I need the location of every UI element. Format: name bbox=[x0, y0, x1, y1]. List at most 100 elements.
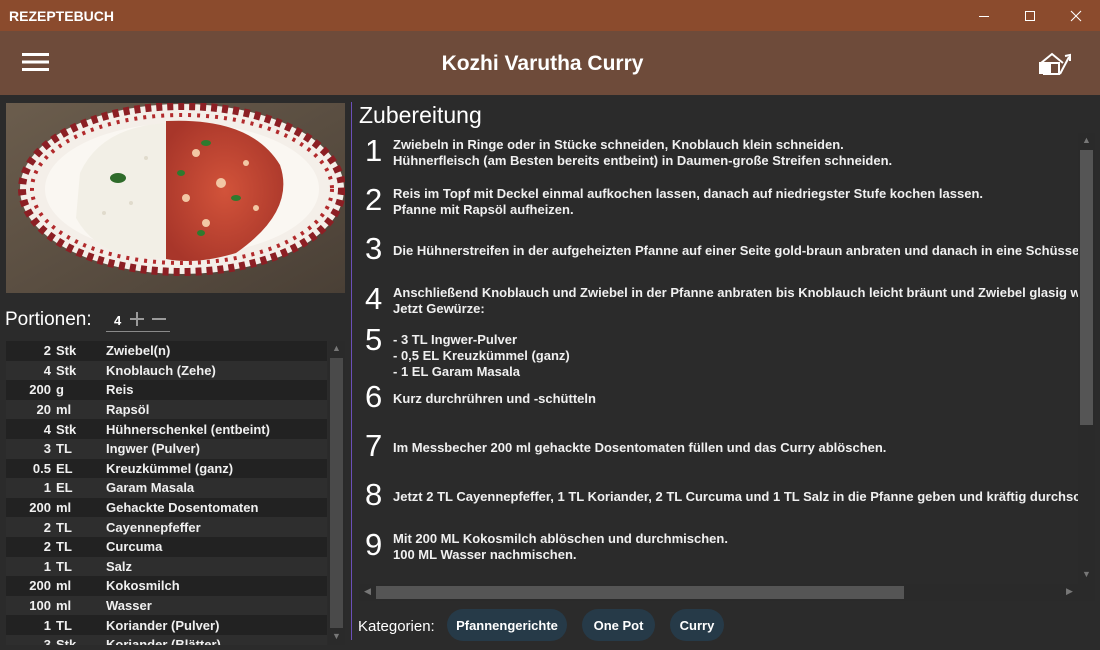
window-titlebar: REZEPTEBUCH bbox=[0, 0, 1100, 31]
step-text: Zwiebeln in Ringe oder in Stücke schneid… bbox=[393, 137, 893, 168]
minus-icon[interactable] bbox=[151, 311, 167, 327]
ingredient-unit: TL bbox=[56, 539, 72, 555]
step-number: 6 bbox=[365, 379, 383, 414]
scroll-down-icon[interactable]: ▼ bbox=[328, 631, 345, 641]
ingredient-name: Gehackte Dosentomaten bbox=[106, 500, 259, 516]
category-chip-curry[interactable]: Curry bbox=[670, 609, 724, 641]
ingredient-name: Koriander (Blätter) bbox=[106, 637, 221, 645]
ingredient-row[interactable]: 1 TL Koriander (Pulver) bbox=[6, 615, 327, 635]
ingredient-amount: 3 bbox=[43, 441, 51, 457]
maximize-icon bbox=[1025, 10, 1035, 21]
ingredient-amount: 200 bbox=[29, 500, 51, 516]
ingredient-unit: ml bbox=[56, 402, 72, 418]
ingredient-name: Wasser bbox=[106, 598, 152, 614]
scroll-left-icon[interactable]: ◀ bbox=[359, 586, 376, 597]
ingredient-name: Zwiebel(n) bbox=[106, 343, 171, 359]
ingredient-row[interactable]: 100 ml Wasser bbox=[6, 595, 327, 616]
right-pane: Zubereitung 1 Zwiebeln in Ringe oder in S… bbox=[352, 95, 1100, 650]
ingredient-row[interactable]: 200 g Reis bbox=[6, 380, 327, 400]
ingredient-row[interactable]: 4 Stk Knoblauch (Zehe) bbox=[6, 360, 327, 381]
preparation-step: 9 Mit 200 ML Kokosmilch ablöschen und dur… bbox=[359, 527, 1078, 575]
preparation-title: Zubereitung bbox=[359, 102, 482, 128]
step-text: Im Messbecher 200 ml gehackte Dosentomat… bbox=[393, 440, 887, 456]
ingredient-row[interactable]: 20 ml Rapsöl bbox=[6, 399, 327, 420]
ingredient-row[interactable]: 3 TL Ingwer (Pulver) bbox=[6, 438, 327, 459]
ingredient-row[interactable]: 1 TL Salz bbox=[6, 556, 327, 577]
recipe-title: Kozhi Varutha Curry bbox=[441, 52, 644, 75]
step-number: 8 bbox=[365, 477, 383, 513]
ingredient-unit: ml bbox=[56, 598, 72, 614]
home-upload-icon bbox=[1039, 52, 1071, 75]
categories-label: Kategorien: bbox=[358, 618, 435, 635]
ingredient-row[interactable]: 2 TL Cayennepfeffer bbox=[6, 517, 327, 537]
scrollbar-thumb[interactable] bbox=[330, 358, 343, 628]
ingredient-name: Ingwer (Pulver) bbox=[106, 441, 200, 457]
preparation-steps: 1 Zwiebeln in Ringe oder in Stücke schnei… bbox=[359, 133, 1078, 579]
portions-value[interactable]: 4 bbox=[114, 313, 121, 328]
category-chip-one-pot[interactable]: One Pot bbox=[582, 609, 655, 641]
ingredients-scrollbar[interactable]: ▲ ▼ bbox=[328, 341, 345, 645]
step-text: Jetzt 2 TL Cayennepfeffer, 1 TL Koriande… bbox=[393, 489, 1078, 505]
scroll-right-icon[interactable]: ▶ bbox=[1061, 586, 1078, 597]
ingredient-row[interactable]: 0.5 EL Kreuzkümmel (ganz) bbox=[6, 458, 327, 479]
ingredient-row[interactable]: 2 Stk Zwiebel(n) bbox=[6, 341, 327, 361]
ingredient-amount: 4 bbox=[43, 421, 51, 437]
ingredient-unit: Stk bbox=[56, 637, 77, 645]
ingredient-row[interactable]: 2 TL Curcuma bbox=[6, 536, 327, 557]
step-text: Anschließend Knoblauch und Zwiebel in de… bbox=[393, 284, 1078, 316]
ingredient-row[interactable]: 1 EL Garam Masala bbox=[6, 478, 327, 498]
ingredient-amount: 4 bbox=[43, 362, 51, 378]
ingredient-unit: g bbox=[56, 382, 64, 398]
ingredient-amount: 0.5 bbox=[32, 460, 51, 476]
category-chip-pfannengerichte[interactable]: Pfannengerichte bbox=[447, 609, 567, 641]
scrollbar-thumb[interactable] bbox=[1080, 150, 1093, 425]
close-button[interactable] bbox=[1053, 0, 1099, 31]
steps-horizontal-scrollbar[interactable]: ◀ ▶ bbox=[359, 584, 1095, 601]
preparation-step: 4 Anschließend Knoblauch und Zwiebel in d… bbox=[359, 281, 1078, 329]
step-number: 3 bbox=[365, 231, 383, 267]
step-text: - 3 TL Ingwer-Pulver - 0,5 EL Kreuzkümme… bbox=[393, 331, 570, 379]
portions-stepper[interactable]: 4 bbox=[106, 308, 170, 332]
ingredient-name: Cayennepfeffer bbox=[106, 519, 201, 535]
app-header: Kozhi Varutha Curry bbox=[0, 31, 1100, 95]
ingredient-amount: 2 bbox=[43, 539, 51, 555]
ingredient-amount: 20 bbox=[36, 402, 51, 418]
step-text: Kurz durchrühren und -schütteln bbox=[393, 391, 596, 406]
hamburger-menu-icon bbox=[22, 53, 49, 71]
minimize-icon bbox=[979, 15, 989, 17]
scroll-up-icon[interactable]: ▲ bbox=[1078, 135, 1095, 145]
preparation-step: 6 Kurz durchrühren und -schütteln bbox=[359, 379, 1078, 427]
ingredient-name: Knoblauch (Zehe) bbox=[106, 362, 216, 378]
ingredient-amount: 1 bbox=[43, 480, 51, 496]
scroll-down-icon[interactable]: ▼ bbox=[1078, 569, 1095, 579]
ingredient-row[interactable]: 200 ml Gehackte Dosentomaten bbox=[6, 497, 327, 518]
ingredient-amount: 200 bbox=[29, 578, 51, 594]
ingredient-amount: 2 bbox=[43, 343, 51, 359]
ingredient-unit: Stk bbox=[56, 421, 77, 437]
ingredient-row[interactable]: 200 ml Kokosmilch bbox=[6, 576, 327, 596]
step-number: 1 bbox=[365, 133, 383, 168]
menu-button[interactable] bbox=[22, 51, 50, 73]
ingredient-unit: ml bbox=[56, 578, 72, 594]
scroll-up-icon[interactable]: ▲ bbox=[328, 343, 345, 353]
ingredient-name: Hühnerschenkel (entbeint) bbox=[106, 421, 270, 437]
ingredient-name: Salz bbox=[106, 558, 133, 574]
ingredient-amount: 1 bbox=[43, 558, 51, 574]
scrollbar-thumb[interactable] bbox=[376, 586, 904, 599]
steps-vertical-scrollbar[interactable]: ▲ ▼ bbox=[1078, 133, 1095, 584]
ingredient-amount: 1 bbox=[43, 617, 51, 633]
step-text: Mit 200 ML Kokosmilch ablöschen und durc… bbox=[393, 530, 728, 562]
home-button[interactable] bbox=[1038, 49, 1072, 79]
ingredient-name: Rapsöl bbox=[106, 402, 150, 418]
minimize-button[interactable] bbox=[961, 0, 1007, 31]
ingredient-row[interactable]: 4 Stk Hühnerschenkel (entbeint) bbox=[6, 419, 327, 439]
plus-icon[interactable] bbox=[129, 311, 145, 327]
step-text: Die Hühnerstreifen in der aufgeheizten P… bbox=[393, 243, 1078, 259]
ingredient-unit: ml bbox=[56, 500, 72, 516]
step-text: Reis im Topf mit Deckel einmal aufkochen… bbox=[393, 186, 983, 218]
step-number: 7 bbox=[365, 428, 383, 464]
maximize-button[interactable] bbox=[1007, 0, 1053, 31]
ingredient-unit: TL bbox=[56, 558, 72, 574]
ingredient-unit: TL bbox=[56, 617, 72, 633]
ingredient-row[interactable]: 3 Stk Koriander (Blätter) bbox=[6, 634, 327, 645]
